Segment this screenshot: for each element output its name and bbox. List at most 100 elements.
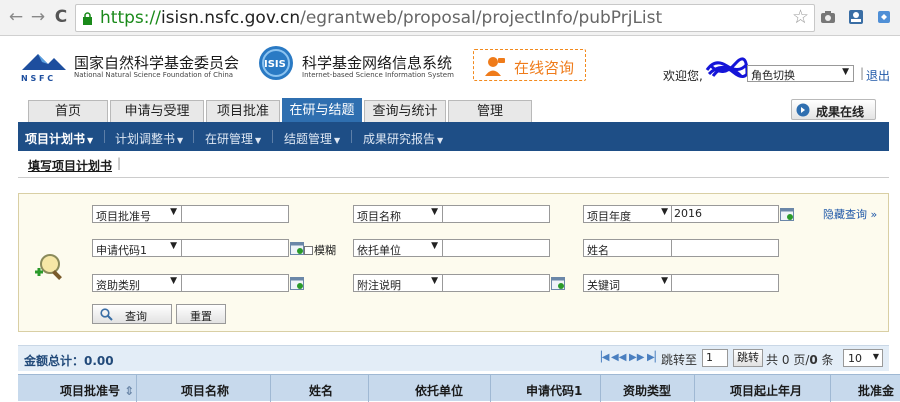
caret-down-icon: ▼ — [437, 136, 444, 145]
role-switch-select[interactable]: 角色切换 ▼ — [747, 65, 854, 82]
reload-icon[interactable]: C — [50, 6, 72, 28]
forward-icon[interactable]: → — [27, 6, 49, 28]
welcome-text: 欢迎您, — [663, 69, 703, 83]
page-number-input[interactable]: 1 — [702, 349, 728, 367]
subnav-report[interactable]: 成果研究报告 ▼ — [363, 130, 443, 147]
field-select-6[interactable]: 姓名 — [583, 239, 673, 257]
field-select-4[interactable]: 申请代码1 ▼ — [92, 239, 182, 257]
search-icon — [100, 308, 113, 321]
checkbox-icon — [304, 246, 313, 255]
field-select-7[interactable]: 资助类别 ▼ — [92, 274, 182, 292]
chevron-down-icon: ▼ — [842, 67, 849, 77]
project-year-input[interactable]: 2016 — [671, 205, 779, 223]
chevron-down-icon: ▼ — [170, 241, 177, 251]
field-select-9[interactable]: 关键词 ▼ — [583, 274, 673, 292]
org-name-cn: 国家自然科学基金委员会 — [74, 54, 240, 72]
name-input[interactable] — [671, 239, 779, 257]
subnav-plan[interactable]: 项目计划书 ▼ — [25, 130, 93, 147]
back-icon[interactable]: ← — [5, 6, 27, 28]
tab-query-stats[interactable]: 查询与统计 — [364, 100, 446, 122]
type-picker-icon[interactable] — [290, 276, 304, 290]
subnav-conclusion[interactable]: 结题管理 ▼ — [284, 130, 340, 147]
ipa-extension-icon[interactable] — [848, 9, 864, 25]
institution-input[interactable] — [442, 239, 550, 257]
column-header[interactable]: 申请代码1 — [526, 382, 582, 399]
amount-total: 金额总计：0.00 — [24, 354, 114, 368]
column-divider — [600, 375, 601, 402]
column-divider — [830, 375, 831, 402]
address-bar[interactable]: https://isisn.nsfc.gov.cn/egrantweb/prop… — [75, 4, 815, 32]
org-name-en: National Natural Science Foundation of C… — [74, 71, 234, 79]
breadcrumb-fill-plan[interactable]: 填写项目计划书 — [28, 157, 112, 174]
chevron-down-icon: ▼ — [431, 241, 438, 251]
prev-page-icon[interactable]: ◀◀ — [611, 352, 626, 363]
subnav-ongoing[interactable]: 在研管理 ▼ — [205, 130, 261, 147]
column-header[interactable]: 资助类型 — [623, 382, 671, 399]
field-select-2[interactable]: 项目名称 ▼ — [353, 205, 443, 223]
subnav-adjust[interactable]: 计划调整书 ▼ — [115, 130, 183, 147]
bookmark-star-icon[interactable]: ☆ — [792, 6, 809, 28]
online-results-label: 成果在线 — [816, 105, 865, 119]
consult-label: 在线咨询 — [514, 59, 575, 77]
tab-apply[interactable]: 申请与受理 — [110, 100, 204, 122]
column-divider — [490, 375, 491, 402]
query-button[interactable]: 查询 — [92, 304, 172, 324]
note-picker-icon[interactable] — [551, 276, 565, 290]
column-header[interactable]: 项目批准号 ⇕ — [60, 382, 134, 399]
subnav-divider — [104, 130, 105, 143]
nsfc-logo[interactable]: N S F C — [18, 48, 70, 84]
note-input[interactable] — [442, 274, 550, 292]
column-divider — [136, 375, 137, 402]
funding-type-input[interactable] — [181, 274, 289, 292]
browser-toolbar: ← → C https://isisn.nsfc.gov.cn/egrantwe… — [0, 0, 900, 36]
code-picker-icon[interactable] — [290, 241, 304, 255]
fuzzy-checkbox[interactable]: 模糊 — [304, 242, 336, 258]
calendar-picker-icon[interactable] — [780, 207, 794, 221]
lock-icon — [83, 12, 92, 25]
role-switch-value: 角色切换 — [751, 69, 795, 82]
column-header[interactable]: 依托单位 — [415, 382, 463, 399]
column-divider — [694, 375, 695, 402]
hide-search-link[interactable]: 隐藏查询 » — [823, 206, 877, 222]
field-select-8[interactable]: 附注说明 ▼ — [353, 274, 443, 292]
tab-approval[interactable]: 项目批准 — [206, 100, 280, 122]
column-header[interactable]: 姓名 — [309, 382, 333, 399]
breadcrumb: 填写项目计划书 | — [18, 151, 889, 178]
tab-home[interactable]: 首页 — [28, 100, 108, 122]
camera-icon[interactable] — [820, 9, 836, 25]
svg-text:ISIS: ISIS — [264, 59, 286, 70]
arrow-circle-icon — [796, 103, 810, 117]
field-select-5[interactable]: 依托单位 ▼ — [353, 239, 443, 257]
online-results-button[interactable]: 成果在线 — [791, 99, 876, 120]
column-divider — [270, 375, 271, 402]
reset-button[interactable]: 重置 — [176, 304, 226, 324]
tab-ongoing[interactable]: 在研与结题 — [282, 98, 362, 122]
results-table-header: 项目批准号 ⇕ 项目名称 姓名 依托单位 申请代码1 资助类型 项目起止年月 批… — [18, 374, 900, 402]
tab-manage[interactable]: 管理 — [448, 100, 532, 122]
next-page-icon[interactable]: ▶▶ — [629, 352, 644, 363]
sort-icon: ⇕ — [124, 384, 135, 398]
column-header[interactable]: 项目起止年月 — [730, 382, 802, 399]
column-header[interactable]: 批准金 — [858, 382, 894, 399]
column-divider — [368, 375, 369, 402]
first-page-icon[interactable]: ▕◀ — [594, 352, 609, 363]
isis-logo[interactable]: ISIS — [257, 44, 295, 82]
online-consult-button[interactable]: 在线咨询 — [473, 49, 586, 81]
column-header[interactable]: 项目名称 — [181, 382, 229, 399]
magnifier-icon — [35, 254, 62, 280]
breadcrumb-separator: | — [117, 156, 122, 170]
apply-code-input[interactable] — [181, 239, 289, 257]
jump-button[interactable]: 跳转 — [733, 349, 763, 367]
extension-icon[interactable] — [876, 9, 892, 25]
field-select-3[interactable]: 项目年度 ▼ — [583, 205, 673, 223]
logout-link[interactable]: 退出 — [866, 67, 890, 84]
results-summary-bar: 金额总计：0.00 ▕◀ ◀◀ ▶▶ ▶▏ 跳转至 1 跳转 共 0 页/0 条… — [18, 345, 889, 371]
keyword-input[interactable] — [671, 274, 779, 292]
project-number-input[interactable] — [181, 205, 289, 223]
chevron-down-icon: ▼ — [431, 207, 438, 217]
caret-down-icon: ▼ — [334, 136, 341, 145]
field-select-1[interactable]: 项目批准号 ▼ — [92, 205, 182, 223]
page-size-select[interactable]: 10 ▼ — [843, 349, 883, 367]
system-name-cn: 科学基金网络信息系统 — [302, 54, 453, 72]
project-name-input[interactable] — [442, 205, 550, 223]
